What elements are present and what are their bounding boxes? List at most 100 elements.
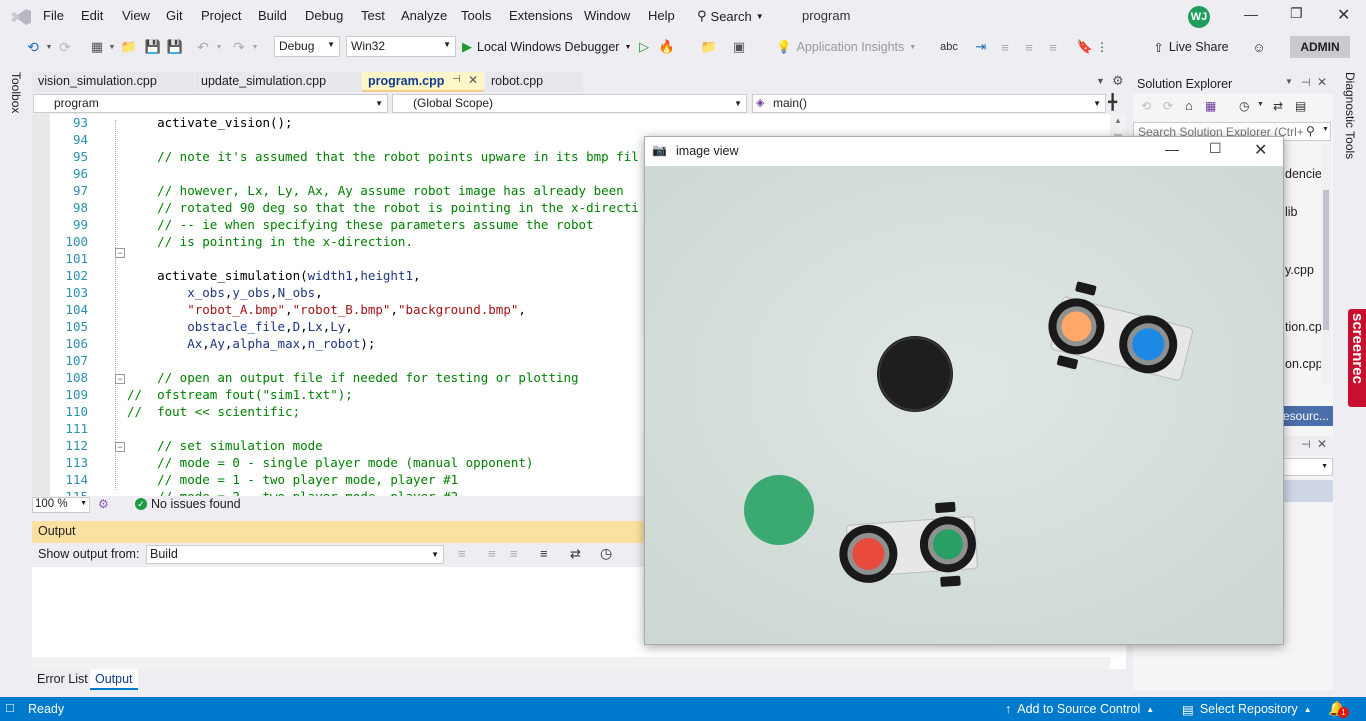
collapse-all-icon[interactable]: ▤ (1295, 99, 1306, 113)
tree-item[interactable]: tion.cp (1285, 320, 1322, 334)
clear-all-icon[interactable]: ≡ (540, 546, 548, 561)
close-tab-icon[interactable]: ✕ (468, 73, 478, 87)
chevron-down-icon[interactable]: ▼ (1285, 77, 1293, 86)
chevron-down-icon[interactable]: ▼ (250, 37, 260, 57)
collapse-icon[interactable]: − (115, 442, 125, 452)
issues-status[interactable]: No issues found (151, 497, 241, 511)
tree-item[interactable]: y.cpp (1285, 263, 1314, 277)
simulation-canvas[interactable] (645, 166, 1283, 644)
folder-icon[interactable]: 📁 (700, 37, 718, 57)
application-insights-button[interactable]: 💡 Application Insights ▼ (776, 37, 926, 57)
step-icon[interactable]: ⇥ (972, 37, 990, 57)
chevron-down-icon[interactable]: ▼ (44, 37, 54, 57)
redo-icon[interactable]: ↷ (230, 37, 248, 57)
tree-item[interactable]: dencie (1285, 167, 1322, 181)
select-repository-button[interactable]: ▤ Select Repository ▲ (1182, 697, 1312, 721)
menu-tools[interactable]: Tools (461, 8, 491, 23)
scrollbar-thumb[interactable] (1323, 190, 1329, 330)
toolbox-tab[interactable]: Toolbox (9, 72, 23, 113)
find-message-icon[interactable]: ≡ (458, 546, 466, 561)
intellicode-icon[interactable]: ⚙ (98, 497, 109, 511)
tree-item[interactable]: on.cpp (1285, 357, 1323, 371)
vertical-scrollbar[interactable] (1321, 144, 1331, 384)
configuration-select[interactable]: Debug ▼ (274, 36, 340, 57)
menu-analyze[interactable]: Analyze (401, 8, 447, 23)
pin-icon[interactable]: ⊣ (1301, 438, 1311, 451)
menu-git[interactable]: Git (166, 8, 183, 23)
feedback-icon[interactable]: ☺ (1250, 37, 1268, 57)
menu-project[interactable]: Project (201, 8, 241, 23)
output-source-select[interactable]: Build ▼ (146, 545, 444, 564)
tab-output[interactable]: Output (90, 669, 138, 690)
save-icon[interactable]: 💾 (144, 37, 162, 57)
live-share-button[interactable]: ⇧ Live Share (1150, 37, 1232, 57)
hot-reload-icon[interactable]: 🔥 (658, 37, 676, 57)
menu-edit[interactable]: Edit (81, 8, 103, 23)
menu-file[interactable]: File (43, 8, 64, 23)
avatar[interactable]: WJ (1188, 6, 1210, 28)
horizontal-scrollbar[interactable] (32, 657, 1110, 669)
close-icon[interactable]: ✕ (1317, 437, 1327, 451)
image-view-window[interactable]: 📷 image view — ☐ ✕ (644, 136, 1284, 645)
close-icon[interactable]: ✕ (1254, 140, 1267, 160)
overflow-icon[interactable]: ⋮ (1096, 37, 1108, 57)
pin-icon[interactable]: ⊣ (1301, 76, 1311, 89)
next-message-icon[interactable]: ≡ (510, 546, 518, 561)
back-icon[interactable]: ⟲ (1141, 99, 1151, 113)
scroll-up-icon[interactable]: ▲ (1114, 116, 1122, 125)
collapse-icon[interactable]: − (115, 248, 125, 258)
screenrec-badge[interactable]: screenrec (1348, 309, 1366, 407)
tab-robot[interactable]: robot.cpp (485, 72, 583, 92)
menu-view[interactable]: View (122, 8, 150, 23)
gear-icon[interactable]: ⚙ (1112, 73, 1124, 89)
menu-test[interactable]: Test (361, 8, 385, 23)
start-debugging-button[interactable]: ▶ Local Windows Debugger ▼ (462, 37, 632, 57)
forward-icon[interactable]: ⟳ (56, 37, 74, 57)
diagnostic-tools-tab[interactable]: Diagnostic Tools (1343, 72, 1357, 159)
properties-select[interactable]: ▼ (1281, 458, 1333, 476)
restore-icon[interactable]: ❐ (1290, 5, 1303, 22)
indent-icon[interactable]: ≡ (996, 37, 1014, 57)
tab-error-list[interactable]: Error List (32, 669, 93, 690)
search-icon[interactable]: ⚲ (1306, 124, 1315, 138)
undo-icon[interactable]: ↶ (194, 37, 212, 57)
account-button[interactable]: ADMIN (1290, 36, 1350, 58)
back-icon[interactable]: ⟲ (24, 37, 42, 57)
platform-select[interactable]: Win32 ▼ (346, 36, 456, 57)
sync-icon[interactable]: ⇄ (1273, 99, 1283, 113)
chevron-down-icon[interactable]: ▼ (1322, 126, 1329, 133)
chevron-down-icon[interactable]: ▼ (1257, 101, 1264, 108)
close-icon[interactable]: ✕ (1337, 5, 1350, 25)
window-layout-icon[interactable]: ▣ (730, 37, 748, 57)
add-to-source-control-button[interactable]: ↑ Add to Source Control ▲ (1005, 697, 1154, 721)
tab-program[interactable]: program.cpp ⊣ ✕ (362, 72, 484, 92)
spell-check-icon[interactable]: abc (940, 37, 958, 57)
notifications-button[interactable]: 🔔 1 (1326, 699, 1350, 719)
collapse-icon[interactable]: − (115, 374, 125, 384)
tab-vision-simulation[interactable]: vision_simulation.cpp (32, 72, 194, 92)
close-icon[interactable]: ✕ (1317, 75, 1327, 89)
uncomment-icon[interactable]: ≡ (1044, 37, 1062, 57)
pin-icon[interactable]: ⊣ (452, 74, 461, 85)
chevron-down-icon[interactable]: ▼ (214, 37, 224, 57)
clock-icon[interactable]: ◷ (600, 545, 612, 562)
menu-help[interactable]: Help (648, 8, 675, 23)
menu-debug[interactable]: Debug (305, 8, 343, 23)
start-without-debugging-icon[interactable]: ▷ (636, 37, 652, 57)
save-all-icon[interactable]: 💾 (166, 37, 184, 57)
menu-build[interactable]: Build (258, 8, 287, 23)
tab-overflow-icon[interactable]: ▼ (1096, 76, 1105, 86)
zoom-select[interactable]: 100 % ▼ (32, 497, 90, 513)
menu-extensions[interactable]: Extensions (509, 8, 573, 23)
scope-select[interactable]: (Global Scope) ▼ (392, 94, 747, 113)
search-button[interactable]: ⚲ Search ▼ (697, 6, 777, 26)
forward-icon[interactable]: ⟳ (1163, 99, 1173, 113)
comment-icon[interactable]: ≡ (1020, 37, 1038, 57)
open-folder-icon[interactable]: 📁 (120, 37, 138, 57)
switch-views-icon[interactable]: ▦ (1205, 99, 1216, 113)
member-select[interactable]: ◈ main() ▼ (752, 94, 1106, 113)
minimize-icon[interactable]: — (1244, 6, 1258, 22)
history-icon[interactable]: ◷ (1239, 99, 1249, 113)
maximize-icon[interactable]: ☐ (1209, 140, 1222, 157)
new-project-icon[interactable]: ▦ (88, 37, 106, 57)
